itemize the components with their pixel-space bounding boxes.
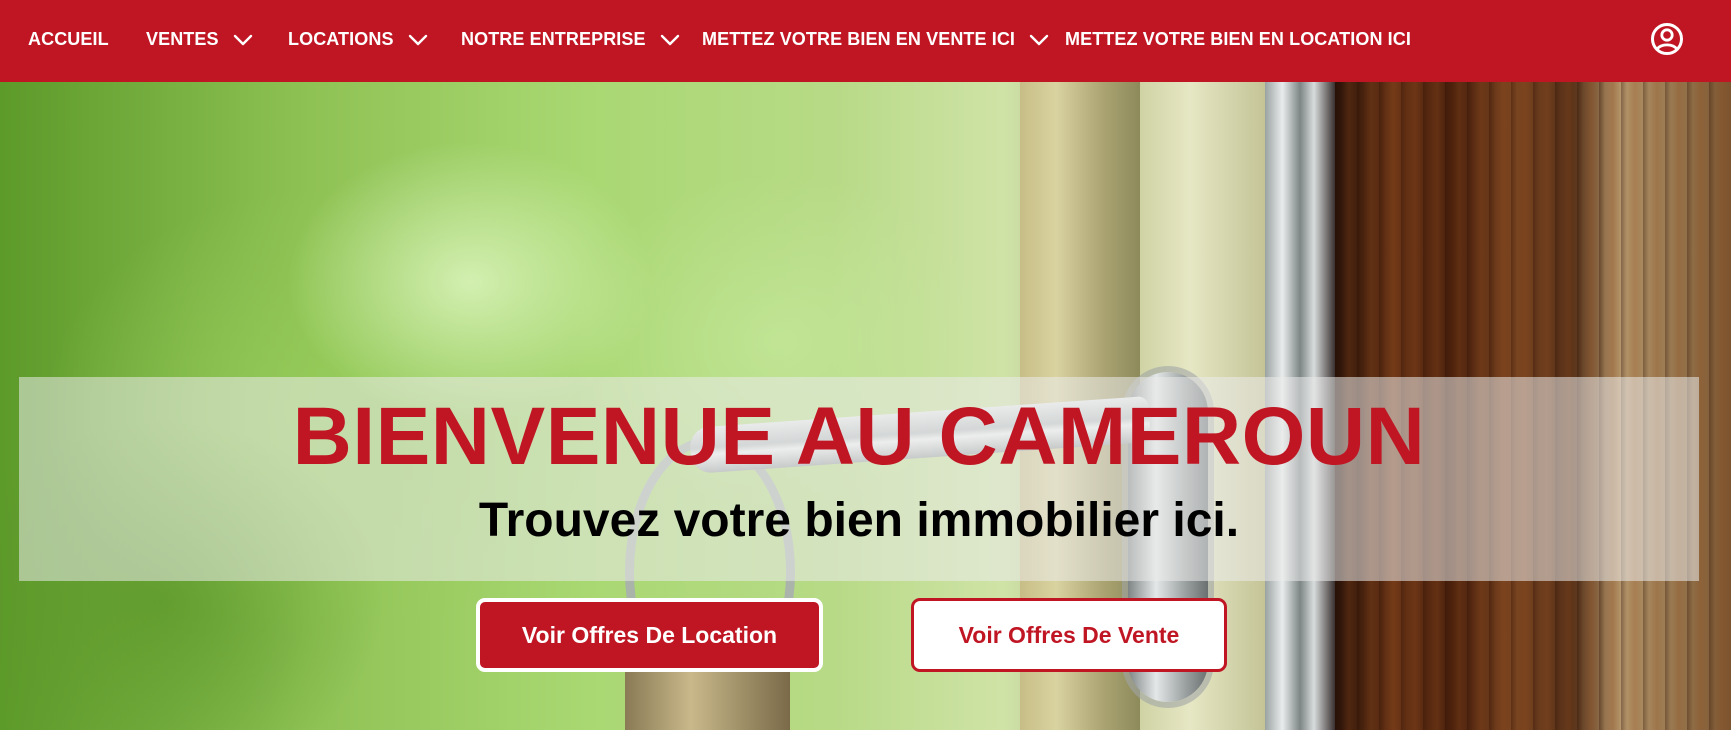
hero-subtitle: Trouvez votre bien immobilier ici. xyxy=(478,494,1240,547)
user-account-icon[interactable] xyxy=(1650,22,1684,56)
view-rental-offers-button[interactable]: Voir Offres De Location xyxy=(476,598,823,672)
chevron-down-icon xyxy=(408,34,427,46)
nav-item-label: VENTES xyxy=(146,28,219,49)
nav-item-notre-entreprise[interactable]: NOTRE ENTREPRISE xyxy=(461,0,680,78)
hero-title: BIENVENUE AU CAMEROUN xyxy=(292,391,1426,482)
nav-item-location-ici[interactable]: METTEZ VOTRE BIEN EN LOCATION ICI xyxy=(1065,0,1411,78)
nav-item-ventes[interactable]: VENTES xyxy=(146,0,253,78)
nav-item-label: METTEZ VOTRE BIEN EN LOCATION ICI xyxy=(1065,28,1411,49)
nav-item-vente-ici[interactable]: METTEZ VOTRE BIEN EN VENTE ICI xyxy=(702,0,1049,78)
nav-item-label: LOCATIONS xyxy=(288,28,394,49)
chevron-down-icon xyxy=(233,34,252,46)
main-navbar: ACCUEIL VENTES LOCATIONS NOTRE ENTREPRIS… xyxy=(0,0,1731,82)
nav-item-label: ACCUEIL xyxy=(28,28,109,49)
chevron-down-icon xyxy=(660,34,679,46)
view-sale-offers-button[interactable]: Voir Offres De Vente xyxy=(911,598,1227,672)
chevron-down-icon xyxy=(1029,34,1049,46)
hero-banner: BIENVENUE AU CAMEROUN Trouvez votre bien… xyxy=(19,377,1699,581)
nav-item-accueil[interactable]: ACCUEIL xyxy=(28,0,109,78)
nav-item-locations[interactable]: LOCATIONS xyxy=(288,0,428,78)
nav-item-label: METTEZ VOTRE BIEN EN VENTE ICI xyxy=(702,28,1016,49)
nav-item-label: NOTRE ENTREPRISE xyxy=(461,28,646,49)
